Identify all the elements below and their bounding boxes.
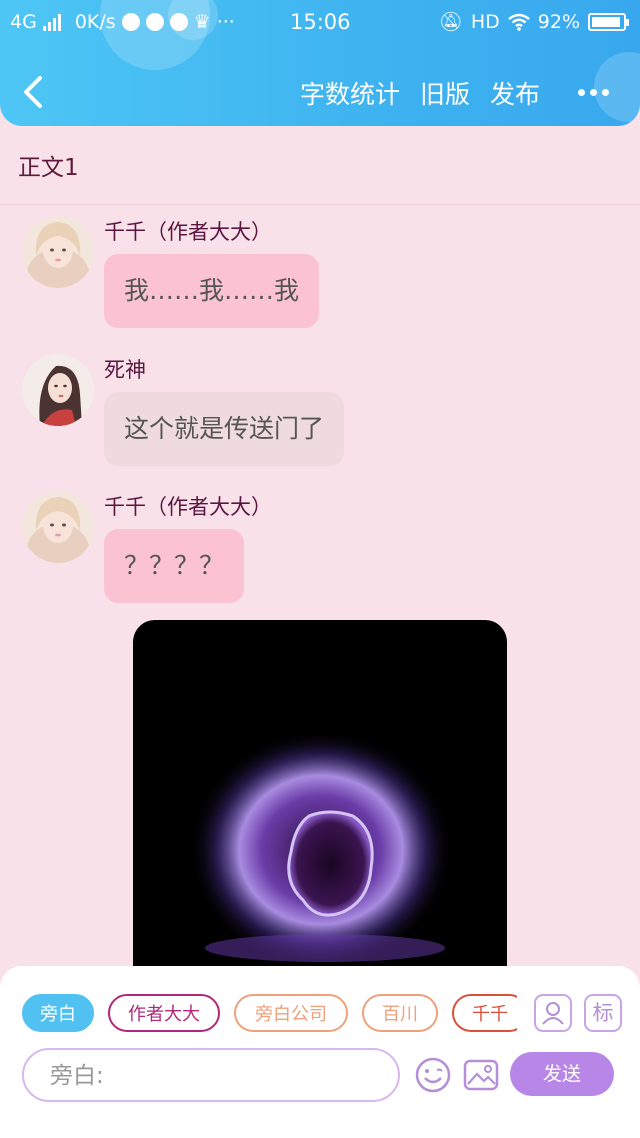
battery-icon	[588, 13, 629, 31]
header: 4G 0K/s ♛ ··· 15:06 🔕︎ HD 92% 字数统计 旧版 发布	[0, 0, 640, 126]
wifi-icon	[507, 13, 530, 31]
network-type: 4G	[10, 11, 37, 33]
more-button[interactable]	[578, 80, 618, 104]
image-icon[interactable]	[462, 1056, 500, 1094]
story-image[interactable]	[133, 620, 507, 980]
tag-label: 标	[592, 1001, 614, 1025]
more-dot	[590, 88, 597, 96]
message-bubble[interactable]: 这个就是传送门了	[104, 392, 345, 466]
hd-label: HD	[470, 11, 500, 33]
role-selector: 旁白 作者大大 旁白公司 百川 千千	[22, 994, 517, 1036]
purple-portal-image	[189, 730, 453, 970]
avatar[interactable]	[22, 491, 94, 563]
crown-icon: ♛	[193, 11, 211, 33]
message-bubble[interactable]: ？？？？	[104, 529, 245, 603]
role-chip-narrator[interactable]: 旁白	[22, 994, 94, 1032]
mute-bell-icon: 🔕︎	[438, 11, 463, 33]
avatar-qianqian	[22, 216, 94, 288]
person-card-icon	[542, 1002, 564, 1025]
publish-button[interactable]: 发布	[490, 75, 540, 111]
word-count-button[interactable]: 字数统计	[300, 75, 400, 111]
battery-fill	[592, 17, 620, 27]
chapter-title[interactable]: 正文1	[18, 148, 79, 182]
app-notify-icon	[121, 13, 140, 31]
message-input-wrapper	[22, 1048, 400, 1102]
tag-button[interactable]: 标	[584, 994, 622, 1032]
old-version-button[interactable]: 旧版	[420, 75, 470, 111]
sender-name: 千千（作者大大）	[104, 220, 272, 244]
divider	[0, 204, 640, 205]
chat-notify-icon	[145, 13, 164, 31]
message-input[interactable]	[48, 1050, 382, 1102]
more-dot	[602, 88, 609, 96]
role-chip-qianqian[interactable]: 千千	[452, 994, 517, 1032]
sender-name: 千千（作者大大）	[104, 495, 272, 519]
battery-percent: 92%	[537, 11, 580, 33]
net-speed: 0K/s	[74, 11, 116, 33]
avatar[interactable]	[22, 216, 94, 288]
role-chip-narrator-company[interactable]: 旁白公司	[234, 994, 348, 1032]
more-notify-icon: ···	[216, 11, 235, 33]
composer-panel: 旁白 作者大大 旁白公司 百川 千千 标 发送	[0, 966, 640, 1138]
avatar-sishen	[22, 354, 94, 426]
role-chip-baichuan[interactable]: 百川	[362, 994, 438, 1032]
signal-icon	[42, 13, 61, 31]
chevron-left-icon	[24, 76, 42, 108]
more-dots-icon	[578, 88, 585, 96]
smiley-icon[interactable]	[414, 1056, 452, 1094]
message-bubble[interactable]: 我……我……我	[104, 254, 320, 328]
navbar: 字数统计 旧版 发布	[0, 60, 640, 126]
avatar-qianqian	[22, 491, 94, 563]
send-button[interactable]: 发送	[510, 1052, 614, 1096]
role-chip-author[interactable]: 作者大大	[108, 994, 220, 1032]
status-bar: 4G 0K/s ♛ ··· 15:06 🔕︎ HD 92%	[0, 0, 640, 44]
role-manage-button[interactable]	[534, 994, 572, 1032]
back-button[interactable]	[16, 72, 52, 112]
video-notify-icon	[169, 13, 188, 31]
sender-name: 死神	[104, 358, 146, 382]
avatar[interactable]	[22, 354, 94, 426]
clock: 15:06	[290, 10, 351, 34]
